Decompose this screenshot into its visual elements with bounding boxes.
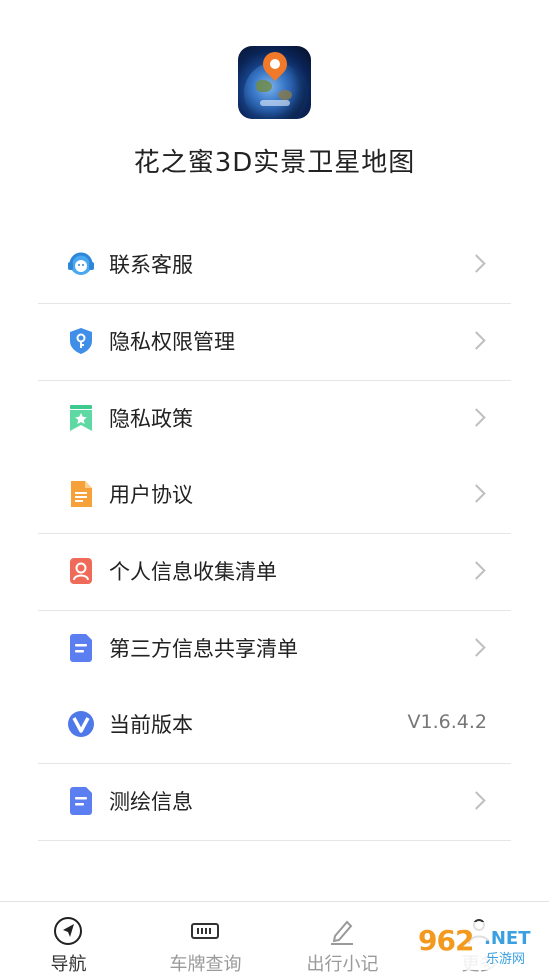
chevron-right-icon bbox=[467, 484, 486, 503]
watermark-sub: 乐游网 bbox=[486, 952, 526, 967]
tab-travel-notes[interactable]: 出行小记 bbox=[274, 902, 411, 977]
person-card-icon bbox=[70, 558, 92, 584]
menu-label: 当前版本 bbox=[109, 713, 193, 737]
tab-label: 导航 bbox=[50, 954, 87, 975]
headset-icon bbox=[68, 252, 94, 275]
shield-key-icon bbox=[70, 328, 92, 354]
bookmark-star-icon bbox=[70, 405, 92, 431]
menu-label: 测绘信息 bbox=[109, 790, 193, 814]
menu-item-user-agreement[interactable]: 用户协议 bbox=[38, 457, 511, 534]
menu-item-privacy-policy[interactable]: 隐私政策 bbox=[38, 381, 511, 457]
menu-label: 用户协议 bbox=[109, 483, 193, 507]
app-title: 花之蜜3D实景卫星地图 bbox=[133, 148, 416, 178]
chevron-right-icon bbox=[467, 331, 486, 350]
menu-label: 个人信息收集清单 bbox=[109, 560, 277, 584]
menu-label: 第三方信息共享清单 bbox=[109, 637, 298, 661]
menu-item-privacy-permissions[interactable]: 隐私权限管理 bbox=[38, 304, 511, 381]
tab-plate-lookup[interactable]: 车牌查询 bbox=[137, 902, 274, 977]
chevron-right-icon bbox=[467, 791, 486, 810]
doc-lines-icon bbox=[70, 787, 92, 815]
navigation-arrow-icon bbox=[54, 917, 82, 945]
chevron-right-icon bbox=[467, 254, 486, 273]
version-v-icon bbox=[68, 711, 94, 737]
menu-label: 联系客服 bbox=[109, 253, 193, 277]
menu-item-personal-info-list[interactable]: 个人信息收集清单 bbox=[38, 534, 511, 611]
tab-navigation[interactable]: 导航 bbox=[0, 902, 137, 977]
menu-label: 隐私权限管理 bbox=[109, 330, 235, 354]
settings-menu: 联系客服 隐私权限管理 隐私政策 用户协议 个人信息收集清单 第三方信息共享清单… bbox=[38, 227, 511, 841]
menu-item-customer-service[interactable]: 联系客服 bbox=[38, 227, 511, 304]
pencil-note-icon bbox=[331, 920, 353, 945]
watermark-logo: 962 bbox=[418, 924, 474, 957]
menu-item-surveying-info[interactable]: 测绘信息 bbox=[38, 764, 511, 841]
app-logo bbox=[238, 46, 311, 119]
watermark-net: .NET bbox=[484, 928, 531, 949]
watermark: 962 .NET 乐游网 bbox=[410, 922, 546, 970]
chevron-right-icon bbox=[467, 638, 486, 657]
chevron-right-icon bbox=[467, 561, 486, 580]
menu-item-current-version[interactable]: 当前版本 V1.6.4.2 bbox=[38, 687, 511, 764]
version-value: V1.6.4.2 bbox=[407, 711, 487, 733]
menu-item-third-party-sharing[interactable]: 第三方信息共享清单 bbox=[38, 611, 511, 687]
tab-label: 出行小记 bbox=[306, 954, 379, 975]
document-icon bbox=[71, 481, 92, 507]
chevron-right-icon bbox=[467, 408, 486, 427]
license-plate-icon bbox=[191, 923, 219, 939]
tab-label: 车牌查询 bbox=[169, 954, 242, 975]
doc-lines-icon bbox=[70, 634, 92, 662]
menu-label: 隐私政策 bbox=[109, 407, 193, 431]
